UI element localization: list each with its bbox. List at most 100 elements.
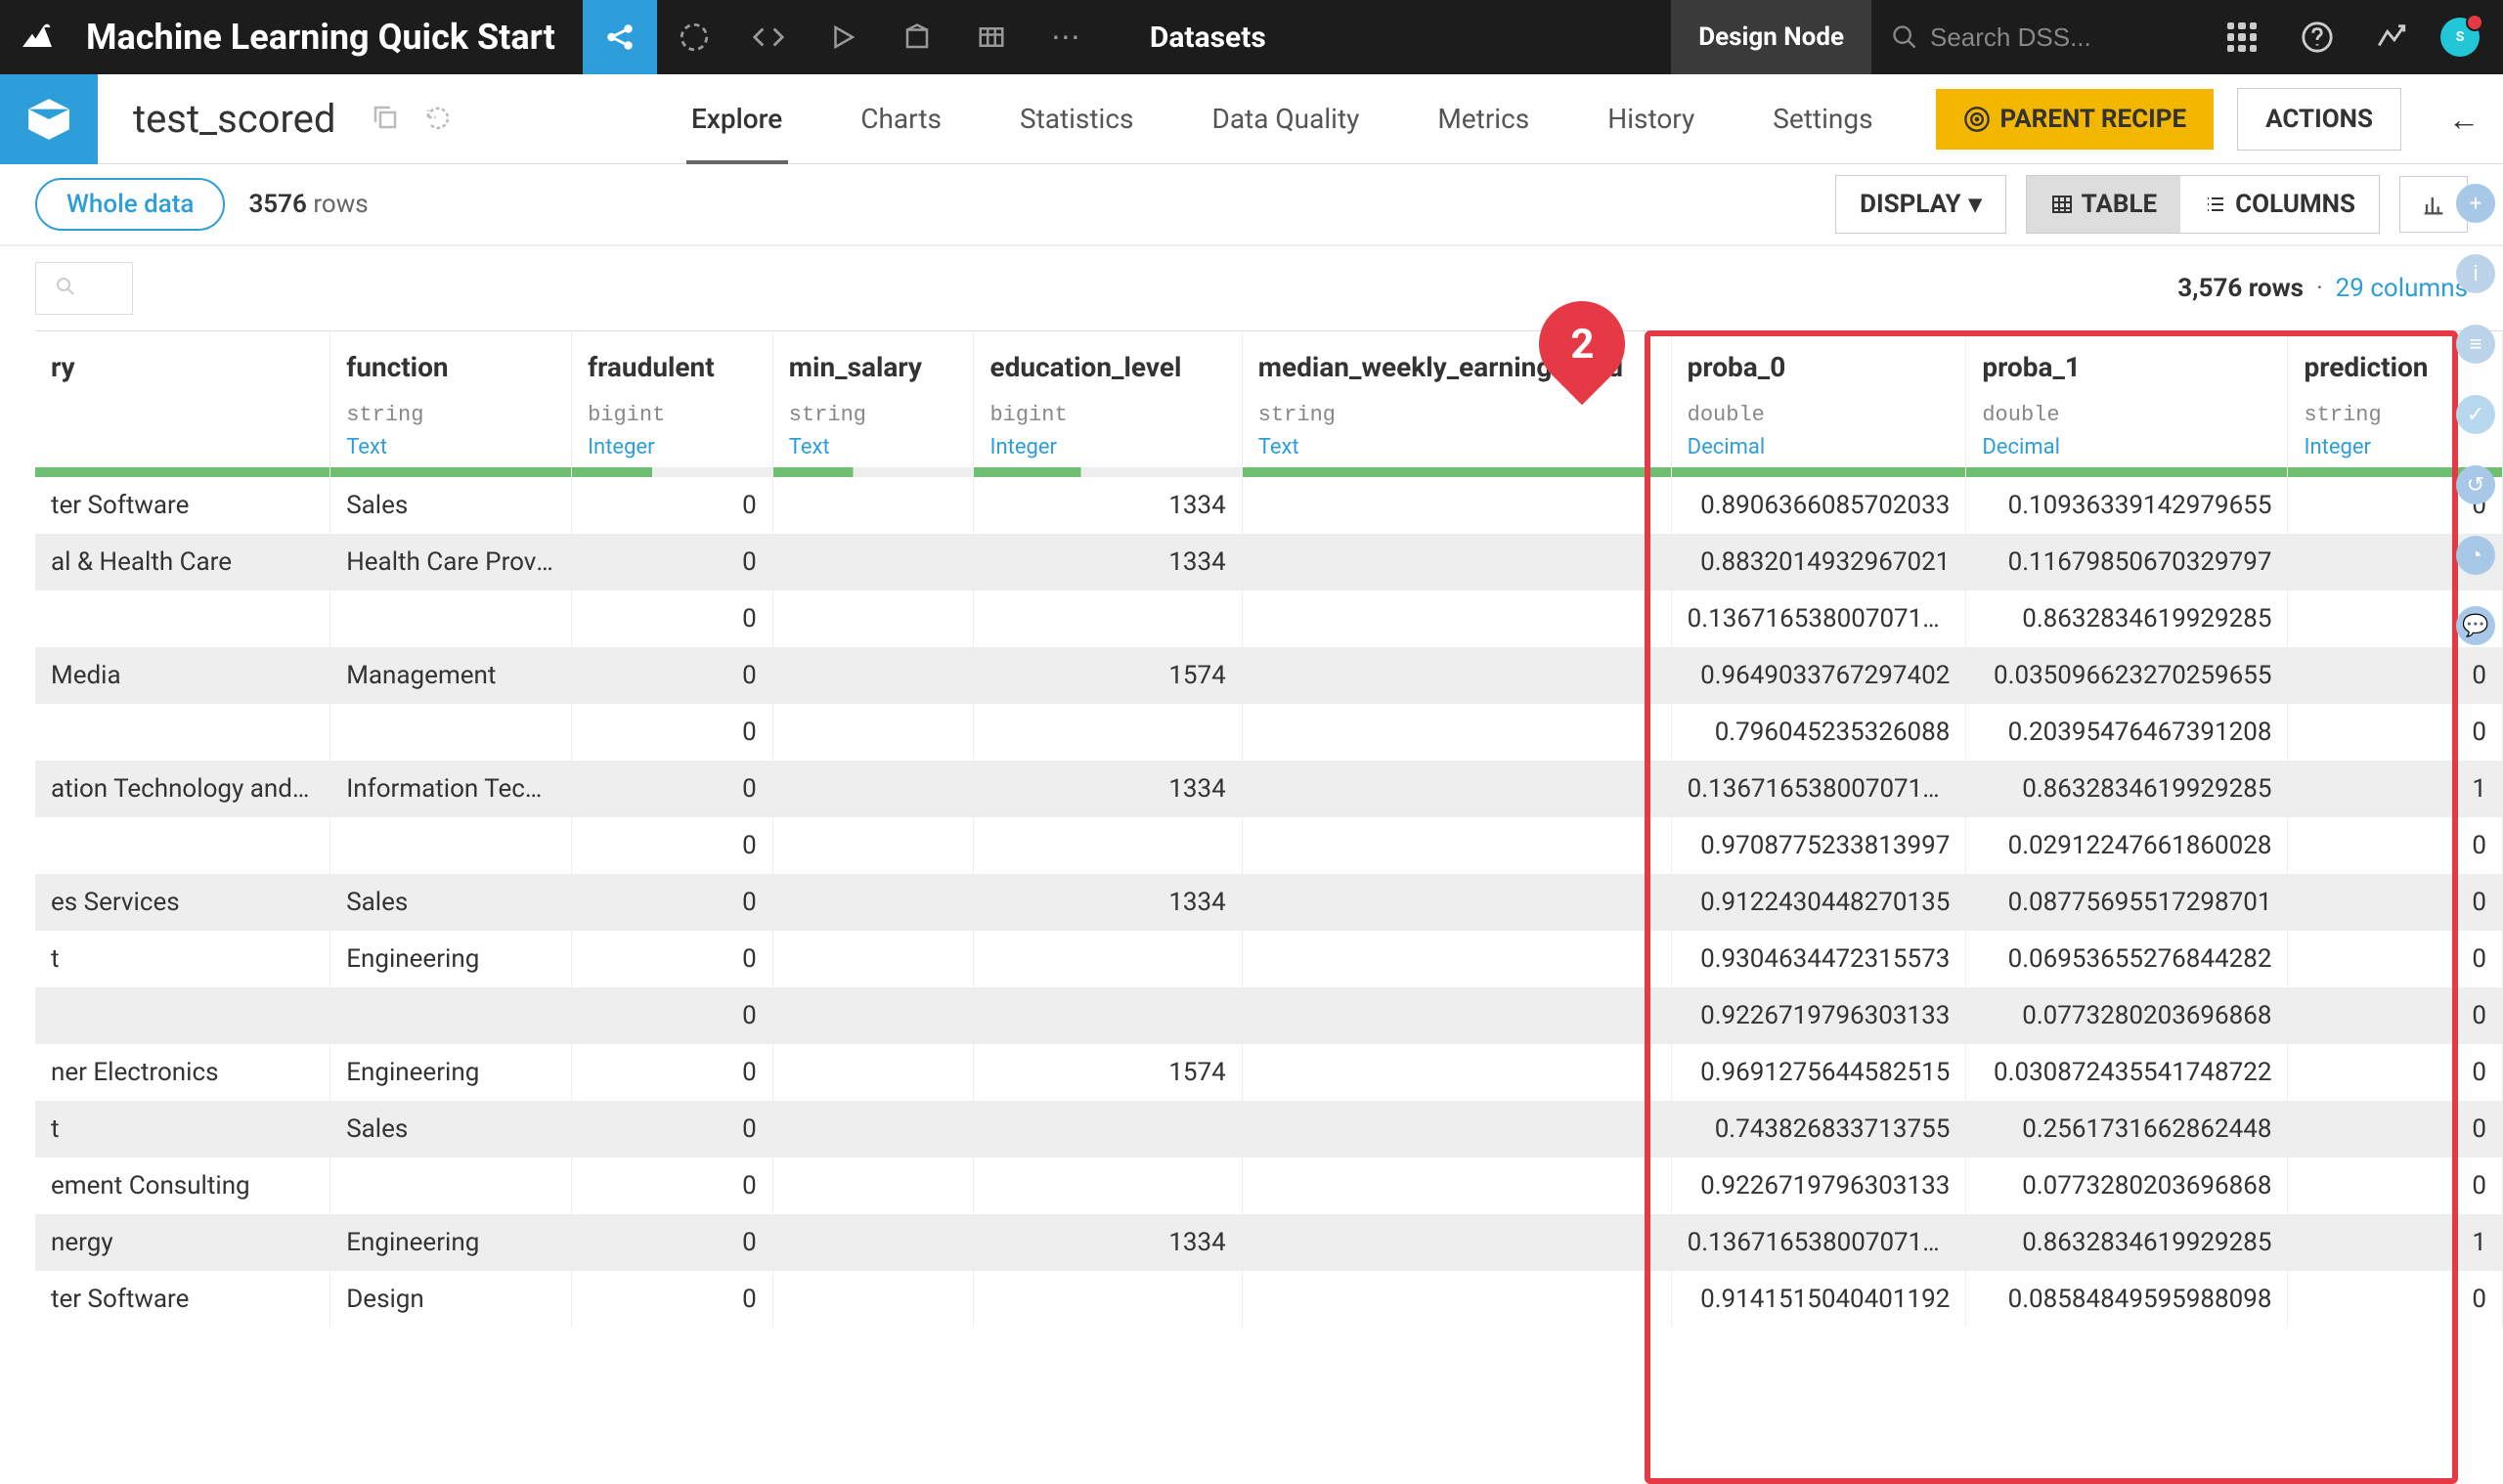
actions-button[interactable]: ACTIONS — [2237, 88, 2401, 151]
table-row[interactable]: ter SoftwareDesign00.91415150404011920.0… — [35, 1271, 2503, 1328]
table-cell — [974, 931, 1242, 987]
design-node-label[interactable]: Design Node — [1671, 0, 1871, 74]
table-cell — [772, 817, 974, 874]
table-cell: Sales — [330, 874, 572, 931]
table-cell — [1242, 534, 1671, 590]
dataset-icon[interactable] — [0, 74, 98, 164]
user-avatar[interactable]: S — [2440, 18, 2480, 57]
back-arrow[interactable]: ← — [2425, 101, 2503, 138]
rail-info-icon[interactable]: i — [2456, 254, 2495, 293]
table-row[interactable]: es ServicesSales013340.91224304482701350… — [35, 874, 2503, 931]
more-icon[interactable]: ⋯ — [1029, 0, 1103, 74]
table-cell: al & Health Care — [35, 534, 330, 590]
table-cell — [1242, 874, 1671, 931]
table-cell — [1242, 704, 1671, 761]
grid-icon[interactable] — [954, 0, 1029, 74]
box-icon[interactable] — [880, 0, 954, 74]
table-row[interactable]: al & Health CareHealth Care Provi...0133… — [35, 534, 2503, 590]
table-cell: 0.08775695517298701 — [1966, 874, 2288, 931]
tab-statistics[interactable]: Statistics — [981, 74, 1173, 164]
logo[interactable] — [0, 0, 74, 74]
activity-icon[interactable] — [2354, 0, 2429, 74]
table-cell: 0 — [572, 704, 773, 761]
table-row[interactable]: nergyEngineering013340.13671653800707148… — [35, 1214, 2503, 1271]
tab-charts[interactable]: Charts — [821, 74, 981, 164]
project-title[interactable]: Machine Learning Quick Start — [74, 17, 583, 58]
table-cell: 0 — [572, 534, 773, 590]
rail-clock-icon[interactable]: ◔ — [2456, 536, 2495, 575]
table-cell: 0 — [572, 1157, 773, 1214]
column-header[interactable]: proba_1doubleDecimal — [1966, 331, 2288, 468]
view-table[interactable]: TABLE — [2027, 176, 2181, 233]
table-cell — [772, 1101, 974, 1157]
sample-selector[interactable]: Whole data — [35, 178, 225, 231]
tab-explore[interactable]: Explore — [652, 74, 821, 164]
tab-metrics[interactable]: Metrics — [1398, 74, 1568, 164]
display-button[interactable]: DISPLAY ▾ — [1835, 175, 2006, 234]
table-row[interactable]: tEngineering00.93046344723155730.0695365… — [35, 931, 2503, 987]
search-icon — [54, 275, 77, 298]
right-rail: + i ≡ ✓ ↺ ◔ 💬 — [2448, 164, 2503, 645]
table-cell: 1334 — [974, 1214, 1242, 1271]
table-row[interactable]: ter SoftwareSales013340.8906366085702033… — [35, 477, 2503, 534]
table-cell: 0 — [572, 874, 773, 931]
table-cell: 1574 — [974, 647, 1242, 704]
rail-history-icon[interactable]: ↺ — [2456, 465, 2495, 504]
code-icon[interactable] — [731, 0, 806, 74]
table-cell: Design — [330, 1271, 572, 1328]
filter-search[interactable] — [35, 262, 133, 315]
column-header[interactable]: ry — [35, 331, 330, 468]
tab-settings[interactable]: Settings — [1734, 74, 1911, 164]
table-row[interactable]: tSales00.7438268337137550.25617316628624… — [35, 1101, 2503, 1157]
flow-icon[interactable] — [657, 0, 731, 74]
apps-icon[interactable] — [2227, 22, 2257, 52]
table-row[interactable]: 00.136716538007071480.86328346199292851 — [35, 590, 2503, 647]
table-cell: 0 — [572, 590, 773, 647]
play-icon[interactable] — [806, 0, 880, 74]
table-cell: Media — [35, 647, 330, 704]
table-cell: 0.13671653800707148 — [1671, 1214, 1966, 1271]
rail-add-icon[interactable]: + — [2456, 184, 2495, 223]
table-row[interactable]: 00.92267197963031330.07732802036968680 — [35, 987, 2503, 1044]
view-columns[interactable]: COLUMNS — [2180, 176, 2379, 233]
table-cell — [1242, 647, 1671, 704]
copy-icon[interactable] — [371, 103, 400, 136]
tab-history[interactable]: History — [1568, 74, 1734, 164]
column-header[interactable]: min_salarystringText — [772, 331, 974, 468]
table-cell — [330, 987, 572, 1044]
rail-chat-icon[interactable]: 💬 — [2456, 606, 2495, 645]
share-button[interactable] — [583, 0, 657, 74]
rail-check-icon[interactable]: ✓ — [2456, 395, 2495, 434]
table-cell: ation Technology and S... — [35, 761, 330, 817]
search-input[interactable] — [1930, 22, 2184, 53]
table-cell — [772, 1271, 974, 1328]
column-header[interactable]: functionstringText — [330, 331, 572, 468]
table-cell — [974, 1101, 1242, 1157]
parent-recipe-button[interactable]: PARENT RECIPE — [1936, 89, 2215, 150]
search-box[interactable] — [1871, 0, 2204, 74]
table-cell: 0.030872435541748722 — [1966, 1044, 2288, 1101]
table-cell: 1 — [2288, 761, 2503, 817]
section-label[interactable]: Datasets — [1103, 21, 1313, 55]
help-icon[interactable] — [2280, 0, 2354, 74]
table-row[interactable]: 00.7960452353260880.203954764673912080 — [35, 704, 2503, 761]
table-cell — [1242, 1157, 1671, 1214]
column-header[interactable]: proba_0doubleDecimal — [1671, 331, 1966, 468]
table-row[interactable]: ation Technology and S...Information Tec… — [35, 761, 2503, 817]
table-row[interactable]: ement Consulting00.92267197963031330.077… — [35, 1157, 2503, 1214]
table-cell: nergy — [35, 1214, 330, 1271]
bar-chart-icon — [2420, 191, 2447, 218]
data-table: ryfunctionstringTextfraudulentbigintInte… — [35, 330, 2503, 1328]
table-row[interactable]: 00.97087752338139970.029122476618600280 — [35, 817, 2503, 874]
table-row[interactable]: MediaManagement015740.96490337672974020.… — [35, 647, 2503, 704]
table-row[interactable]: ner ElectronicsEngineering015740.9691275… — [35, 1044, 2503, 1101]
column-header[interactable]: fraudulentbigintInteger — [572, 331, 773, 468]
tab-data-quality[interactable]: Data Quality — [1172, 74, 1398, 164]
column-header[interactable]: education_levelbigintInteger — [974, 331, 1242, 468]
refresh-icon[interactable] — [423, 103, 453, 136]
table-cell: ner Electronics — [35, 1044, 330, 1101]
table-cell — [974, 1271, 1242, 1328]
rail-list-icon[interactable]: ≡ — [2456, 325, 2495, 364]
table-cell — [1242, 1214, 1671, 1271]
table-cell — [772, 590, 974, 647]
